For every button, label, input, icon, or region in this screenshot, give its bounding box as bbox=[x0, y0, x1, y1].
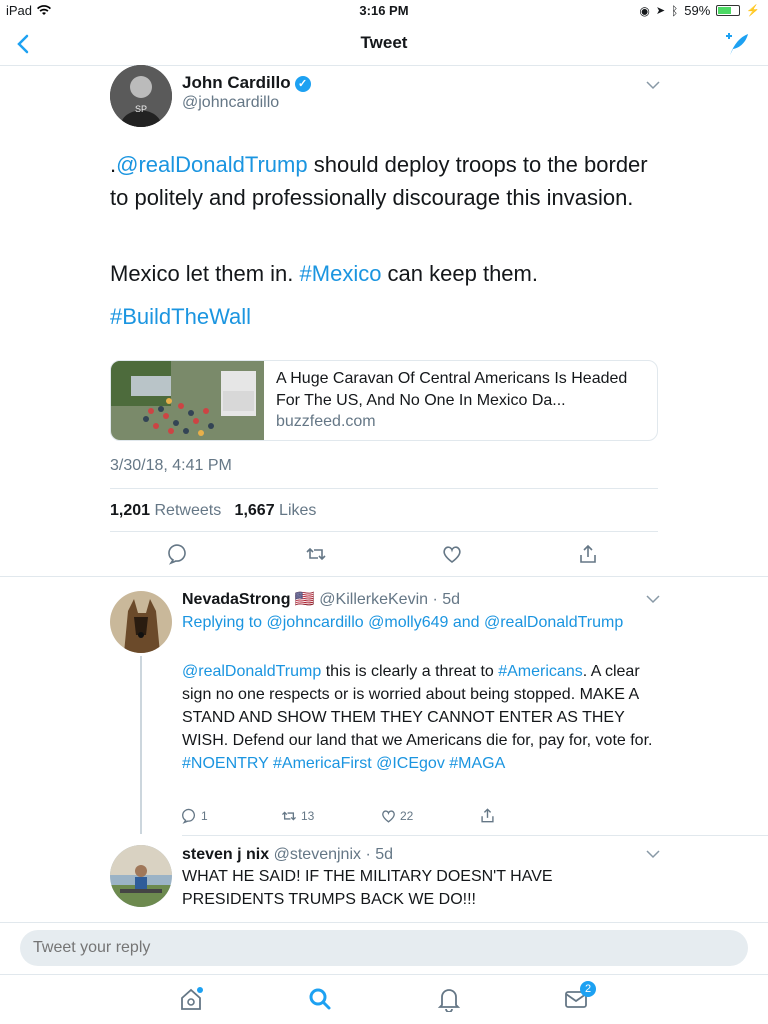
bluetooth-icon: ᛒ bbox=[671, 3, 679, 18]
reply1-reply-action[interactable]: 1 bbox=[182, 808, 208, 824]
reply1-share-icon bbox=[481, 808, 494, 823]
reply1-more-chevron-icon[interactable] bbox=[646, 594, 660, 604]
battery-icon bbox=[716, 5, 741, 16]
reply1-flag: 🇺🇸 bbox=[294, 591, 315, 608]
author-handle[interactable]: @johncardillo bbox=[182, 94, 279, 112]
hashtag-mexico[interactable]: #Mexico bbox=[300, 261, 382, 286]
compose-tweet-icon[interactable] bbox=[722, 30, 750, 58]
reply1-like-action[interactable]: 22 bbox=[380, 808, 413, 824]
reply1-hashtags-end[interactable]: #NOENTRY #AmericaFirst @ICEgov #MAGA bbox=[182, 755, 505, 772]
tab-bar bbox=[0, 974, 768, 1024]
reply1-text-a: this is clearly a threat to bbox=[321, 663, 499, 680]
replying-to-handles[interactable]: @johncardillo @molly649 and @realDonaldT… bbox=[267, 614, 624, 631]
tweet-stats: 1,201 Retweets 1,667 Likes bbox=[110, 502, 316, 520]
retweet-label[interactable]: Retweets bbox=[155, 502, 222, 519]
reply1-reply-count: 1 bbox=[201, 809, 208, 823]
mention-link[interactable]: @realDonaldTrump bbox=[116, 152, 307, 177]
share-icon[interactable] bbox=[577, 543, 599, 565]
verified-badge-icon: ✓ bbox=[294, 75, 311, 92]
divider-reply2 bbox=[182, 835, 768, 836]
battery-percent: 59% bbox=[684, 3, 711, 18]
svg-text:SP: SP bbox=[135, 104, 147, 114]
reply-icon[interactable] bbox=[168, 543, 190, 565]
divider-bottom-stats bbox=[110, 531, 658, 532]
tweet-text-paragraph-2: Mexico let them in. #Mexico can keep the… bbox=[110, 257, 670, 290]
replying-to-label: Replying to bbox=[182, 614, 267, 631]
home-icon[interactable] bbox=[178, 986, 204, 1012]
nav-bar: Tweet bbox=[0, 22, 768, 66]
hashtag-buildthewall[interactable]: #BuildTheWall bbox=[110, 304, 251, 329]
reply2-handle-time[interactable]: @stevenjnix · 5d bbox=[274, 846, 393, 863]
reply1-dog-photo bbox=[110, 591, 172, 653]
reply1-like-icon bbox=[382, 810, 395, 823]
tweet-timestamp: 3/30/18, 4:41 PM bbox=[110, 457, 232, 474]
tweet-text-line2a: Mexico let them in. bbox=[110, 261, 300, 286]
author-name-row[interactable]: John Cardillo ✓ bbox=[182, 73, 311, 93]
status-right: ◉ ➤ ᛒ 59% ⚡ bbox=[639, 3, 760, 18]
tweet-text-paragraph-1: .@realDonaldTrump should deploy troops t… bbox=[110, 148, 670, 214]
tweet-text-paragraph-3: #BuildTheWall bbox=[110, 300, 670, 333]
notifications-bell-icon[interactable] bbox=[436, 986, 462, 1012]
reply2-name[interactable]: steven j nix bbox=[182, 846, 269, 863]
reply1-retweet-action[interactable]: 13 bbox=[280, 808, 314, 824]
link-preview-title[interactable]: A Huge Caravan Of Central Americans Is H… bbox=[276, 368, 651, 412]
messages-badge: 2 bbox=[580, 981, 596, 997]
page-title: Tweet bbox=[360, 33, 408, 52]
charging-icon: ⚡ bbox=[746, 5, 760, 17]
reply1-name[interactable]: NevadaStrong bbox=[182, 591, 290, 608]
divider-top-stats bbox=[110, 488, 658, 489]
reply1-avatar[interactable] bbox=[110, 591, 172, 653]
reply1-reply-icon bbox=[182, 808, 195, 824]
like-heart-icon[interactable] bbox=[441, 543, 463, 565]
link-preview-domain: buzzfeed.com bbox=[276, 413, 376, 430]
reply2-text: WHAT HE SAID! IF THE MILITARY DOESN'T HA… bbox=[182, 868, 553, 908]
reply1-mention[interactable]: @realDonaldTrump bbox=[182, 663, 321, 680]
reply2-avatar[interactable] bbox=[110, 845, 172, 907]
thread-connector-line bbox=[140, 656, 142, 834]
reply2-photo bbox=[110, 845, 172, 907]
author-name[interactable]: John Cardillo bbox=[182, 73, 291, 92]
location-icon: ➤ bbox=[655, 5, 666, 17]
status-bar: iPad 3:16 PM ◉ ➤ ᛒ 59% ⚡ bbox=[0, 0, 768, 22]
reply1-hashtag-americans[interactable]: #Americans bbox=[498, 663, 582, 680]
author-avatar[interactable]: SP bbox=[110, 65, 172, 127]
orientation-lock-icon: ◉ bbox=[639, 3, 650, 18]
reply1-like-count: 22 bbox=[400, 809, 414, 823]
link-preview-image bbox=[111, 361, 264, 440]
more-options-chevron-icon[interactable] bbox=[646, 80, 660, 90]
retweet-icon[interactable] bbox=[305, 543, 327, 565]
reply1-handle-time[interactable]: @KillerkeKevin · 5d bbox=[319, 591, 460, 608]
reply1-header: NevadaStrong 🇺🇸 @KillerkeKevin · 5d bbox=[182, 588, 460, 611]
reply1-text: @realDonaldTrump this is clearly a threa… bbox=[182, 660, 662, 775]
reply1-replying-to[interactable]: Replying to @johncardillo @molly649 and … bbox=[182, 611, 652, 634]
like-label[interactable]: Likes bbox=[279, 502, 316, 519]
reply2-more-chevron-icon[interactable] bbox=[646, 849, 660, 859]
retweet-count[interactable]: 1,201 bbox=[110, 502, 150, 519]
author-photo: SP bbox=[110, 65, 172, 127]
tweet-text-line2b: can keep them. bbox=[381, 261, 538, 286]
reply-input[interactable] bbox=[20, 930, 748, 966]
divider-before-replies bbox=[0, 576, 768, 577]
reply1-retweet-icon bbox=[281, 811, 297, 821]
reply1-retweet-count: 13 bbox=[301, 809, 315, 823]
like-count[interactable]: 1,667 bbox=[235, 502, 275, 519]
link-preview-card[interactable]: A Huge Caravan Of Central Americans Is H… bbox=[110, 360, 658, 441]
reply2-header: steven j nix @stevenjnix · 5d bbox=[182, 843, 393, 866]
search-icon[interactable] bbox=[307, 986, 333, 1012]
reply1-share-action[interactable] bbox=[479, 807, 496, 824]
